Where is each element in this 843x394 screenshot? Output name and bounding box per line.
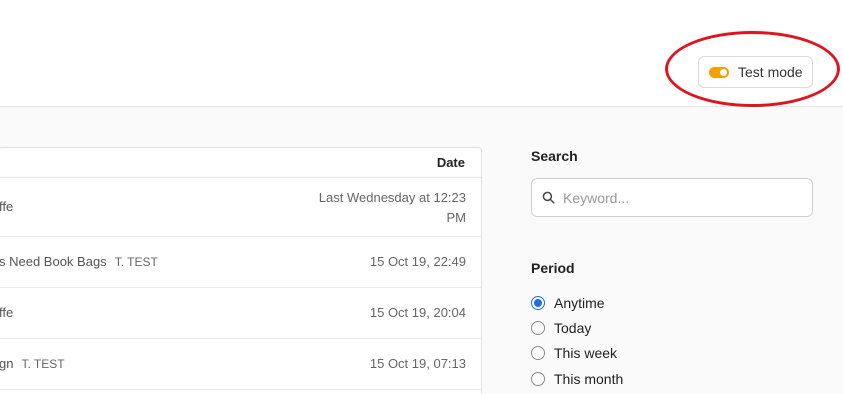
radio-button[interactable] [531,295,545,310]
radio-label: This week [554,345,618,362]
transactions-table: Date ffe Last Wednesday at 12:23 PM s Ne… [0,147,482,394]
search-box[interactable] [531,178,813,217]
period-option-this-week[interactable]: This week [531,341,623,366]
radio-label: This month [554,370,624,387]
search-input[interactable] [563,189,803,206]
search-icon [542,191,555,204]
radio-label: Anytime [554,294,605,311]
search-heading: Search [531,148,578,164]
table-row[interactable]: ffe 15 Oct 19, 20:04 [0,288,481,339]
test-mode-toggle-button[interactable]: Test mode [698,56,813,88]
row-title: s Need Book Bags T. TEST [0,254,158,269]
period-radio-group: Anytime Today This week This month [531,290,623,391]
radio-button[interactable] [531,371,545,386]
radio-button[interactable] [531,320,545,335]
row-date: Last Wednesday at 12:23 PM [318,190,466,225]
table-row[interactable]: s Need Book Bags T. TEST 15 Oct 19, 22:49 [0,237,481,288]
period-option-this-month[interactable]: This month [531,366,623,391]
toggle-switch-icon[interactable] [709,66,729,78]
test-mode-label: Test mode [738,64,803,80]
period-heading: Period [531,260,575,276]
table-row[interactable]: ffe Last Wednesday at 12:23 PM [0,178,481,237]
row-date: 15 Oct 19, 20:04 [369,305,466,320]
period-option-anytime[interactable]: Anytime [531,290,623,315]
row-date: 15 Oct 19, 07:13 [369,356,466,371]
top-bar: Test mode [0,0,843,107]
row-title: ffe [0,199,14,214]
row-date: 15 Oct 19, 22:49 [369,254,466,269]
table-header: Date [0,148,481,178]
row-title: ffe [0,305,14,320]
radio-label: Today [554,319,592,336]
radio-button[interactable] [531,346,545,361]
row-title: gn T. TEST [0,356,65,371]
date-column-header[interactable]: Date [437,155,465,170]
table-row[interactable]: gn T. TEST 15 Oct 19, 07:13 [0,339,481,390]
period-option-today[interactable]: Today [531,315,623,340]
filter-sidebar: Search Period Anytime Today This week Th… [531,148,813,387]
row-author-tag: T. TEST [114,255,158,269]
row-author-tag: T. TEST [21,357,65,371]
